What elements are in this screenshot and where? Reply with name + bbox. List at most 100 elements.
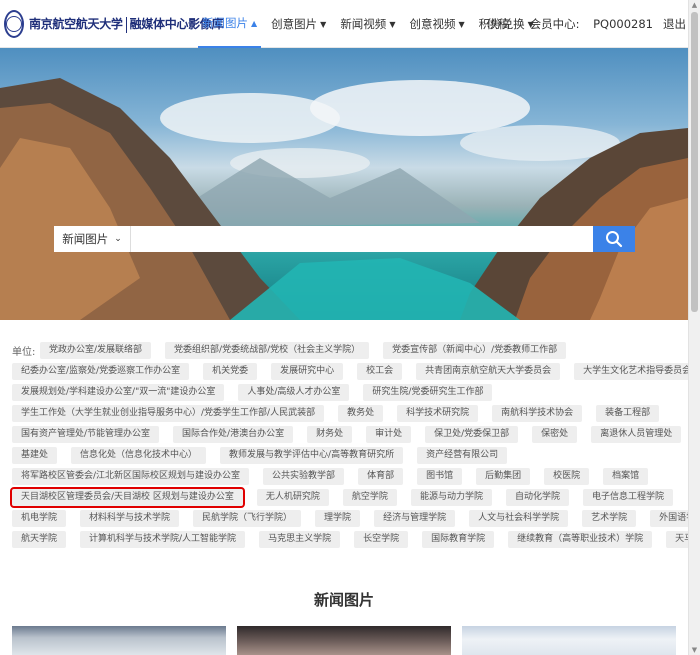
top-header: 南京航空航天大学 融媒体中心影像库 新闻图片 ▲ 创意图片 ▼ 新闻视频 ▼ 创意视频 ▼… [0, 0, 688, 48]
unit-tag[interactable]: 国际教育学院 [422, 531, 495, 548]
member-center-link[interactable]: 会员中心: PQ000281 [520, 16, 653, 32]
unit-tag[interactable]: 航天学院 [12, 531, 67, 548]
nav-item-creative-videos[interactable]: 创意视频 ▼ [405, 0, 468, 48]
unit-tag[interactable]: 党政办公室/发展联络部 [40, 342, 152, 359]
scroll-up-arrow-icon[interactable]: ▲ [689, 0, 700, 10]
logout-link[interactable]: 退出 [663, 16, 686, 32]
news-image-thumbnail[interactable] [237, 626, 451, 655]
scroll-down-arrow-icon[interactable]: ▼ [689, 645, 700, 655]
search-category-select[interactable]: 新闻图片 ⌄ [54, 226, 131, 252]
unit-tag[interactable]: 马克思主义学院 [259, 531, 341, 548]
unit-tag[interactable]: 发展规划处/学科建设办公室/"双一流"建设办公室 [12, 384, 225, 401]
unit-tag[interactable]: 共青团南京航空航天大学委员会 [416, 363, 561, 380]
site-logo[interactable]: 南京航空航天大学 融媒体中心影像库 [4, 8, 224, 40]
unit-tag[interactable]: 自动化学院 [505, 489, 569, 506]
unit-tag[interactable]: 民航学院（飞行学院） [193, 510, 302, 527]
unit-tag[interactable]: 将军路校区管委会/江北新区国际校区规划与建设办公室 [12, 468, 250, 485]
unit-tag[interactable]: 党委组织部/党委统战部/党校（社会主义学院） [165, 342, 370, 359]
unit-tag[interactable]: 人文与社会科学学院 [469, 510, 569, 527]
unit-tag[interactable]: 教务处 [338, 405, 384, 422]
unit-tag-row: 学生工作处（大学生就业创业指导服务中心）/党委学生工作部/人民武装部 教务处 科学技… [12, 403, 686, 424]
unit-tag-row: 航天学院 计算机科学与技术学院/人工智能学院 马克思主义学院 长空学院 国际教育学院 继续… [12, 529, 700, 550]
scrollbar-thumb[interactable] [691, 12, 698, 312]
unit-tag[interactable]: 审计处 [366, 426, 412, 443]
submit-link[interactable]: 供稿 [487, 16, 510, 32]
unit-tag-row: 纪委办公室/监察处/党委巡察工作办公室 机关党委 发展研究中心 校工会 共青团南京航空航… [12, 361, 700, 382]
unit-tag[interactable]: 计算机科学与技术学院/人工智能学院 [80, 531, 246, 548]
unit-tag[interactable]: 能源与动力学院 [410, 489, 492, 506]
unit-tag[interactable]: 机关党委 [203, 363, 258, 380]
unit-tag[interactable]: 大学生文化艺术指导委员会 [574, 363, 700, 380]
unit-tag[interactable]: 后勤集团 [476, 468, 531, 485]
nav-item-news-videos[interactable]: 新闻视频 ▼ [336, 0, 399, 48]
nav-item-creative-images[interactable]: 创意图片 ▼ [267, 0, 330, 48]
university-seal-icon [4, 10, 24, 38]
search-icon [606, 231, 623, 248]
unit-tag-list: 党政办公室/发展联络部 党委组织部/党委统战部/党校（社会主义学院） 党委宣传部（新… [10, 340, 700, 550]
search-bar: 新闻图片 ⌄ [54, 226, 635, 252]
member-center-label: 会员中心: [529, 17, 580, 31]
unit-tag[interactable]: 长空学院 [354, 531, 409, 548]
unit-tag[interactable]: 保密处 [532, 426, 578, 443]
news-image-thumbnail[interactable] [12, 626, 226, 655]
unit-tag[interactable]: 艺术学院 [582, 510, 637, 527]
nav-label: 创意图片 [271, 17, 318, 31]
unit-tag[interactable]: 发展研究中心 [271, 363, 344, 380]
unit-tag[interactable]: 档案馆 [603, 468, 649, 485]
unit-tag[interactable]: 电子信息工程学院 [582, 489, 673, 506]
unit-tag[interactable]: 离退休人员管理处 [591, 426, 682, 443]
unit-tag[interactable]: 装备工程部 [596, 405, 660, 422]
nav-label: 新闻图片 [202, 16, 248, 30]
section-title-news-images: 新闻图片 [313, 591, 374, 609]
unit-filter-label: 单位: [12, 347, 36, 358]
unit-tag-row: 党政办公室/发展联络部 党委组织部/党委统战部/党校（社会主义学院） 党委宣传部（新… [12, 340, 686, 361]
unit-tag[interactable]: 航空学院 [342, 489, 397, 506]
chevron-down-icon: ⌄ [114, 234, 122, 244]
unit-tag[interactable]: 公共实验教学部 [263, 468, 345, 485]
unit-tag-row: 基建处 信息化处（信息化技术中心） 教师发展与教学评估中心/高等教育研究所 资产经营有… [12, 445, 686, 466]
unit-tag[interactable]: 党委宣传部（新闻中心）/党委教师工作部 [383, 342, 567, 359]
unit-tag[interactable]: 国有资产管理处/节能管理办公室 [12, 426, 160, 443]
unit-tag[interactable]: 基建处 [12, 447, 58, 464]
unit-tag[interactable]: 信息化处（信息化技术中心） [71, 447, 207, 464]
page-scrollbar[interactable]: ▲ ▼ [688, 0, 700, 655]
unit-tag[interactable]: 资产经营有限公司 [417, 447, 508, 464]
nav-item-news-images[interactable]: 新闻图片 ▲ [198, 0, 262, 48]
unit-tag[interactable]: 国际合作处/港澳台办公室 [173, 426, 294, 443]
unit-tag[interactable]: 学生工作处（大学生就业创业指导服务中心）/党委学生工作部/人民武装部 [12, 405, 325, 422]
unit-tag[interactable]: 财务处 [307, 426, 353, 443]
logo-university-name: 南京航空航天大学 [29, 17, 123, 32]
news-image-thumbnail[interactable] [462, 626, 676, 655]
nav-label: 新闻视频 [340, 17, 387, 31]
unit-tag-row: 机电学院 材料科学与技术学院 民航学院（飞行学院） 理学院 经济与管理学院 人文与社会科学… [12, 508, 700, 529]
search-category-value: 新闻图片 [62, 232, 109, 246]
user-id: PQ000281 [593, 17, 653, 31]
unit-tag[interactable]: 图书馆 [417, 468, 463, 485]
unit-tag[interactable]: 体育部 [358, 468, 404, 485]
unit-tag-row: 将军路校区管委会/江北新区国际校区规划与建设办公室 公共实验教学部 体育部 图书馆 后勤… [12, 466, 686, 487]
unit-tag[interactable]: 校医院 [544, 468, 590, 485]
unit-tag[interactable]: 研究生院/党委研究生工作部 [363, 384, 493, 401]
unit-tag[interactable]: 纪委办公室/监察处/党委巡察工作办公室 [12, 363, 190, 380]
unit-tag[interactable]: 经济与管理学院 [374, 510, 456, 527]
unit-tag[interactable]: 材料科学与技术学院 [80, 510, 180, 527]
logo-text: 南京航空航天大学 融媒体中心影像库 [29, 15, 224, 33]
chevron-down-icon: ▼ [389, 19, 396, 29]
unit-tag[interactable]: 天目湖校区管理委员会/天目湖校 区规划与建设办公室 [10, 487, 245, 508]
unit-tag[interactable]: 理学院 [315, 510, 361, 527]
search-button[interactable] [593, 226, 635, 252]
unit-tag[interactable]: 机电学院 [12, 510, 67, 527]
unit-tag-row: 发展规划处/学科建设办公室/"双一流"建设办公室 人事处/高级人才办公室 研究生院/… [12, 382, 686, 403]
chevron-down-icon: ▼ [458, 19, 465, 29]
unit-tag[interactable]: 教师发展与教学评估中心/高等教育研究所 [220, 447, 404, 464]
unit-tag[interactable]: 校工会 [357, 363, 403, 380]
unit-tag[interactable]: 保卫处/党委保卫部 [425, 426, 519, 443]
unit-tag[interactable]: 科学技术研究院 [397, 405, 479, 422]
search-input[interactable] [131, 226, 593, 252]
unit-tag[interactable]: 人事处/高级人才办公室 [238, 384, 350, 401]
unit-tag[interactable]: 继续教育（高等职业技术）学院 [508, 531, 653, 548]
unit-tag-row: 天目湖校区管理委员会/天目湖校 区规划与建设办公室 无人机研究院 航空学院 能源与动力… [10, 487, 686, 508]
unit-tag-row: 国有资产管理处/节能管理办公室 国际合作处/港澳台办公室 财务处 审计处 保卫处/党委保… [12, 424, 686, 445]
unit-tag[interactable]: 无人机研究院 [256, 489, 329, 506]
unit-tag[interactable]: 南航科学技术协会 [492, 405, 583, 422]
